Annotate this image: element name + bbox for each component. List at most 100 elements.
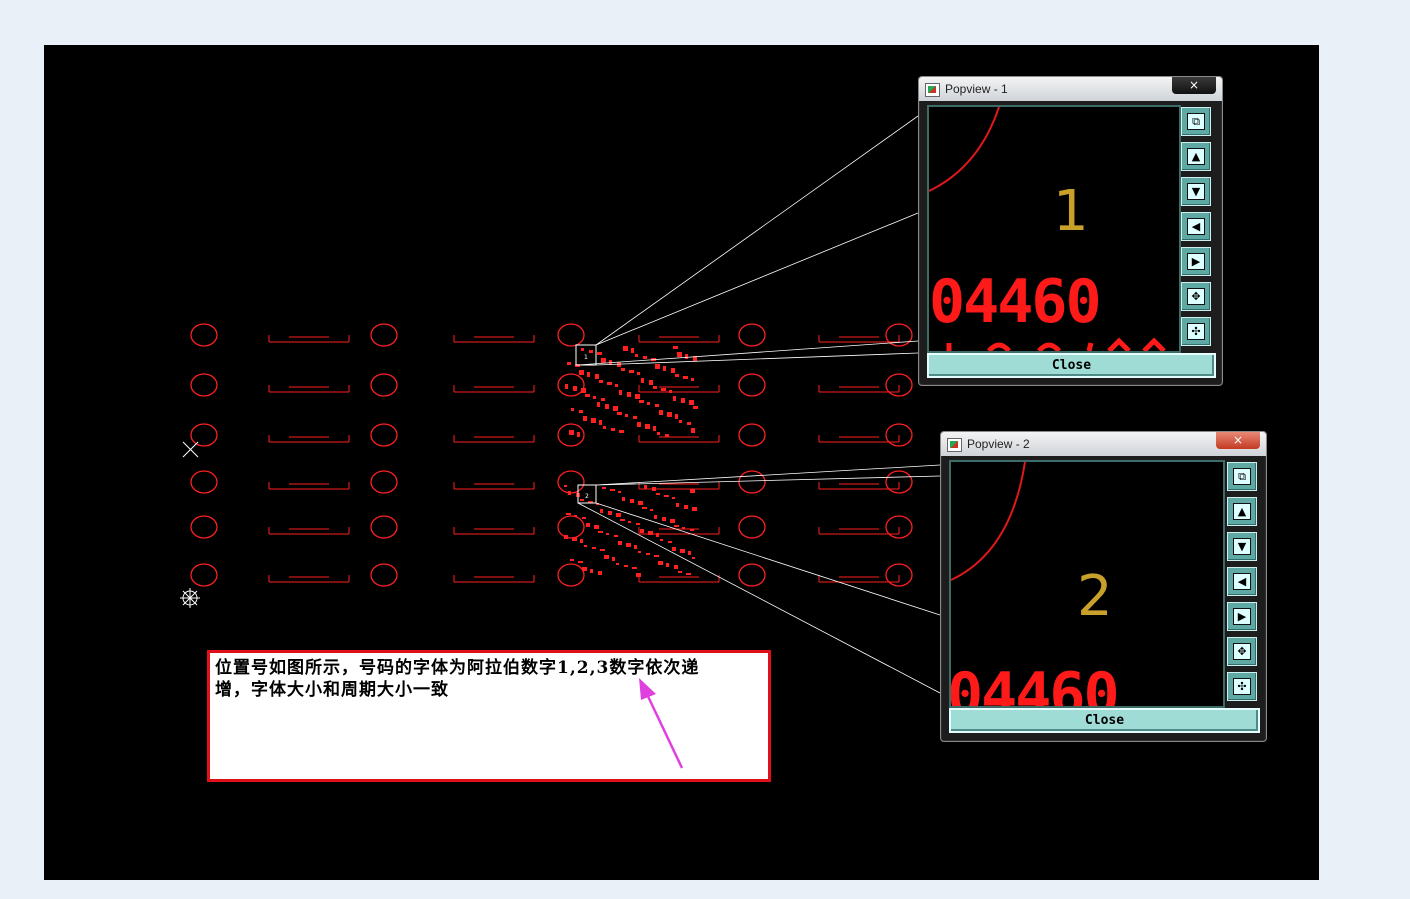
pan-right-button[interactable]: ▶ xyxy=(1227,602,1257,631)
pcb-pad xyxy=(370,563,398,587)
popview-titlebar[interactable]: Popview - 2 × xyxy=(941,432,1266,456)
close-icon[interactable]: × xyxy=(1172,77,1216,94)
pcb-component xyxy=(690,529,694,531)
pan-up-button[interactable]: ▲ xyxy=(1181,142,1211,171)
pcb-component xyxy=(624,565,628,567)
zoom-fit-button[interactable]: ⧉ xyxy=(1181,107,1211,136)
pcb-component xyxy=(618,491,621,493)
pcb-trace xyxy=(268,482,350,490)
app-icon xyxy=(925,83,940,97)
pan-down-button[interactable]: ▼ xyxy=(1227,532,1257,561)
pcb-component xyxy=(638,501,643,505)
zoom-in-button[interactable]: ✣ xyxy=(1181,317,1211,346)
pcb-component xyxy=(577,432,580,437)
pcb-component xyxy=(665,434,669,437)
pcb-component xyxy=(629,370,634,373)
popview-window-2[interactable]: Popview - 2 × 2 04460 ⧉ ▲ ▼ ◀ ▶ ✥ ✣ Close xyxy=(940,431,1267,742)
pcb-trace xyxy=(453,335,535,343)
zoom-region-1-number: 1 xyxy=(584,354,588,361)
pan-down-icon: ▼ xyxy=(1233,538,1251,555)
zoom-fit-icon: ⧉ xyxy=(1187,113,1205,130)
pcb-trace xyxy=(638,575,720,583)
close-icon[interactable]: × xyxy=(1216,432,1260,449)
pcb-component xyxy=(639,400,644,403)
connector-line xyxy=(577,340,919,366)
pcb-component xyxy=(600,549,605,551)
origin-marker xyxy=(180,588,200,608)
pcb-pad xyxy=(190,323,218,347)
pan-left-button[interactable]: ◀ xyxy=(1181,212,1211,241)
pan-right-icon: ▶ xyxy=(1187,253,1205,270)
popview-title: Popview - 1 xyxy=(945,82,1008,96)
pcb-component xyxy=(656,493,660,495)
pan-up-icon: ▲ xyxy=(1187,148,1205,165)
pcb-component xyxy=(564,535,568,539)
popview-window-1[interactable]: Popview - 1 × 1 04460 ⧉ ▲ ▼ ◀ ▶ ✥ ✣ Close xyxy=(918,76,1223,386)
popview-zoom-area[interactable]: 1 04460 xyxy=(927,105,1181,353)
pcb-pad xyxy=(738,423,766,447)
pcb-pad xyxy=(190,515,218,539)
pan-up-icon: ▲ xyxy=(1233,503,1251,520)
pcb-component xyxy=(580,539,583,543)
pcb-component xyxy=(601,358,606,363)
pcb-component xyxy=(595,374,599,379)
pcb-component xyxy=(598,531,603,533)
popview-titlebar[interactable]: Popview - 1 × xyxy=(919,77,1222,101)
pcb-component xyxy=(653,426,656,431)
close-button[interactable]: Close xyxy=(927,353,1216,378)
pcb-component xyxy=(655,364,660,369)
zoom-out-button[interactable]: ✥ xyxy=(1181,282,1211,311)
pan-right-button[interactable]: ▶ xyxy=(1181,247,1211,276)
pcb-component xyxy=(623,346,628,351)
zoom-out-button[interactable]: ✥ xyxy=(1227,637,1257,666)
app-icon xyxy=(947,438,962,452)
pcb-component xyxy=(582,567,587,571)
pcb-component xyxy=(642,507,647,509)
pcb-component xyxy=(566,513,571,515)
pcb-component xyxy=(668,541,672,543)
pcb-component xyxy=(607,382,612,385)
pcb-pad xyxy=(738,470,766,494)
pcb-component xyxy=(643,356,647,359)
popview-zoom-area[interactable]: 2 04460 xyxy=(949,460,1225,708)
pcb-component xyxy=(606,533,609,535)
annotation-line-2: 增，字体大小和周期大小一致 xyxy=(215,680,449,700)
pcb-pad xyxy=(738,373,766,397)
pcb-component xyxy=(619,390,622,395)
pcb-component xyxy=(691,428,695,433)
pcb-pad xyxy=(190,423,218,447)
pan-down-icon: ▼ xyxy=(1187,183,1205,200)
zoom-in-button[interactable]: ✣ xyxy=(1227,672,1257,701)
zoom-region-2-number: 2 xyxy=(585,493,589,500)
pcb-component xyxy=(662,517,666,521)
close-button[interactable]: Close xyxy=(949,708,1260,733)
pan-up-button[interactable]: ▲ xyxy=(1227,497,1257,526)
pcb-component xyxy=(620,519,625,521)
pcb-component xyxy=(692,507,697,511)
pan-left-button[interactable]: ◀ xyxy=(1227,567,1257,596)
pcb-component xyxy=(667,412,672,417)
partial-text xyxy=(946,337,1166,351)
pcb-component xyxy=(580,499,584,501)
zoom-fit-button[interactable]: ⧉ xyxy=(1227,462,1257,491)
pcb-component xyxy=(654,555,659,557)
pcb-component xyxy=(691,378,694,381)
pcb-component xyxy=(688,551,691,555)
pcb-trace xyxy=(453,385,535,393)
pcb-component xyxy=(674,565,678,569)
pcb-component xyxy=(685,354,688,359)
pcb-trace xyxy=(638,335,720,343)
cross-marker xyxy=(182,441,199,458)
pcb-component xyxy=(616,513,621,517)
pcb-pad xyxy=(738,515,766,539)
pcb-component xyxy=(650,509,653,511)
zoom-in-icon: ✣ xyxy=(1233,678,1251,695)
pcb-component xyxy=(654,515,657,519)
pcb-component xyxy=(621,368,625,371)
pcb-trace xyxy=(453,482,535,490)
pcb-component xyxy=(658,561,663,565)
pcb-component xyxy=(692,557,695,559)
pcb-component xyxy=(627,392,631,397)
pcb-component xyxy=(587,372,590,377)
pan-down-button[interactable]: ▼ xyxy=(1181,177,1211,206)
